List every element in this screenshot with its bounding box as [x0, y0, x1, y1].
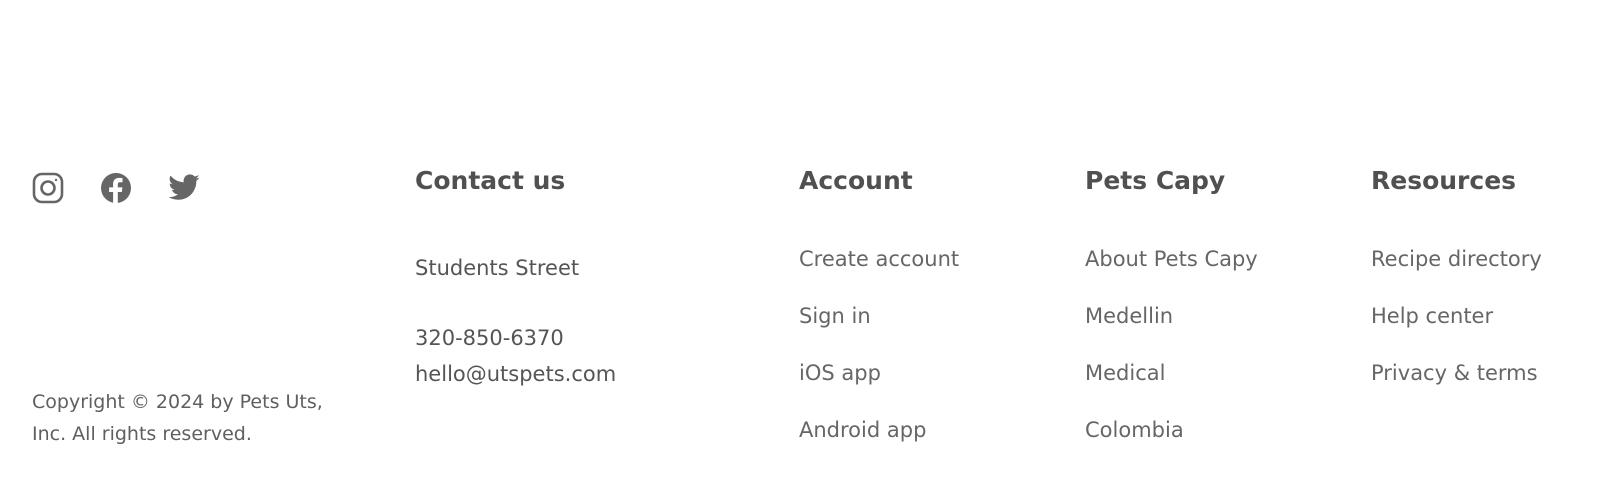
sign-in-link[interactable]: Sign in: [799, 304, 871, 328]
ios-app-link[interactable]: iOS app: [799, 361, 881, 385]
account-link-create: Create account: [799, 243, 959, 300]
resources-links: Recipe directory Help center Privacy & t…: [1371, 243, 1542, 414]
medical-link[interactable]: Medical: [1085, 361, 1165, 385]
contact-column: Contact us Students Street 320-850-6370 …: [415, 165, 616, 392]
copyright-text: Copyright © 2024 by Pets Uts, Inc. All r…: [32, 391, 323, 445]
instagram-link[interactable]: [31, 171, 65, 205]
account-link-signin: Sign in: [799, 300, 959, 357]
twitter-icon: [168, 174, 200, 200]
facebook-icon: [101, 173, 131, 204]
contact-street: Students Street: [415, 256, 580, 280]
pets-capy-item: Medellin: [1085, 300, 1258, 357]
create-account-link[interactable]: Create account: [799, 247, 959, 271]
pets-capy-item: Medical: [1085, 357, 1258, 414]
account-column: Account Create account Sign in iOS app A…: [799, 165, 959, 471]
contact-email: hello@utspets.com: [415, 362, 617, 386]
recipe-directory-link[interactable]: Recipe directory: [1371, 247, 1542, 271]
account-link-android: Android app: [799, 414, 959, 471]
resources-heading: Resources: [1371, 166, 1517, 195]
instagram-icon: [32, 172, 64, 204]
facebook-link[interactable]: [99, 171, 133, 205]
account-links: Create account Sign in iOS app Android a…: [799, 243, 959, 471]
resources-item: Help center: [1371, 300, 1542, 357]
contact-phone: 320-850-6370: [415, 326, 564, 350]
contact-heading: Contact us: [415, 166, 566, 195]
account-heading: Account: [799, 166, 913, 195]
resources-item: Recipe directory: [1371, 243, 1542, 300]
privacy-terms-link[interactable]: Privacy & terms: [1371, 361, 1538, 385]
social-links: [31, 171, 201, 205]
medellin-link[interactable]: Medellin: [1085, 304, 1173, 328]
site-footer: Copyright © 2024 by Pets Uts, Inc. All r…: [0, 0, 1600, 499]
resources-column: Resources Recipe directory Help center P…: [1371, 165, 1542, 414]
contact-details: Students Street 320-850-6370 hello@utspe…: [415, 250, 616, 392]
colombia-link[interactable]: Colombia: [1085, 418, 1184, 442]
resources-item: Privacy & terms: [1371, 357, 1542, 414]
pets-capy-column: Pets Capy About Pets Capy Medellin Medic…: [1085, 165, 1258, 471]
android-app-link[interactable]: Android app: [799, 418, 926, 442]
account-link-ios: iOS app: [799, 357, 959, 414]
help-center-link[interactable]: Help center: [1371, 304, 1493, 328]
pets-capy-links: About Pets Capy Medellin Medical Colombi…: [1085, 243, 1258, 471]
pets-capy-heading: Pets Capy: [1085, 166, 1226, 195]
twitter-link[interactable]: [167, 171, 201, 205]
about-pets-capy-link[interactable]: About Pets Capy: [1085, 247, 1258, 271]
pets-capy-item: About Pets Capy: [1085, 243, 1258, 300]
pets-capy-item: Colombia: [1085, 414, 1258, 471]
